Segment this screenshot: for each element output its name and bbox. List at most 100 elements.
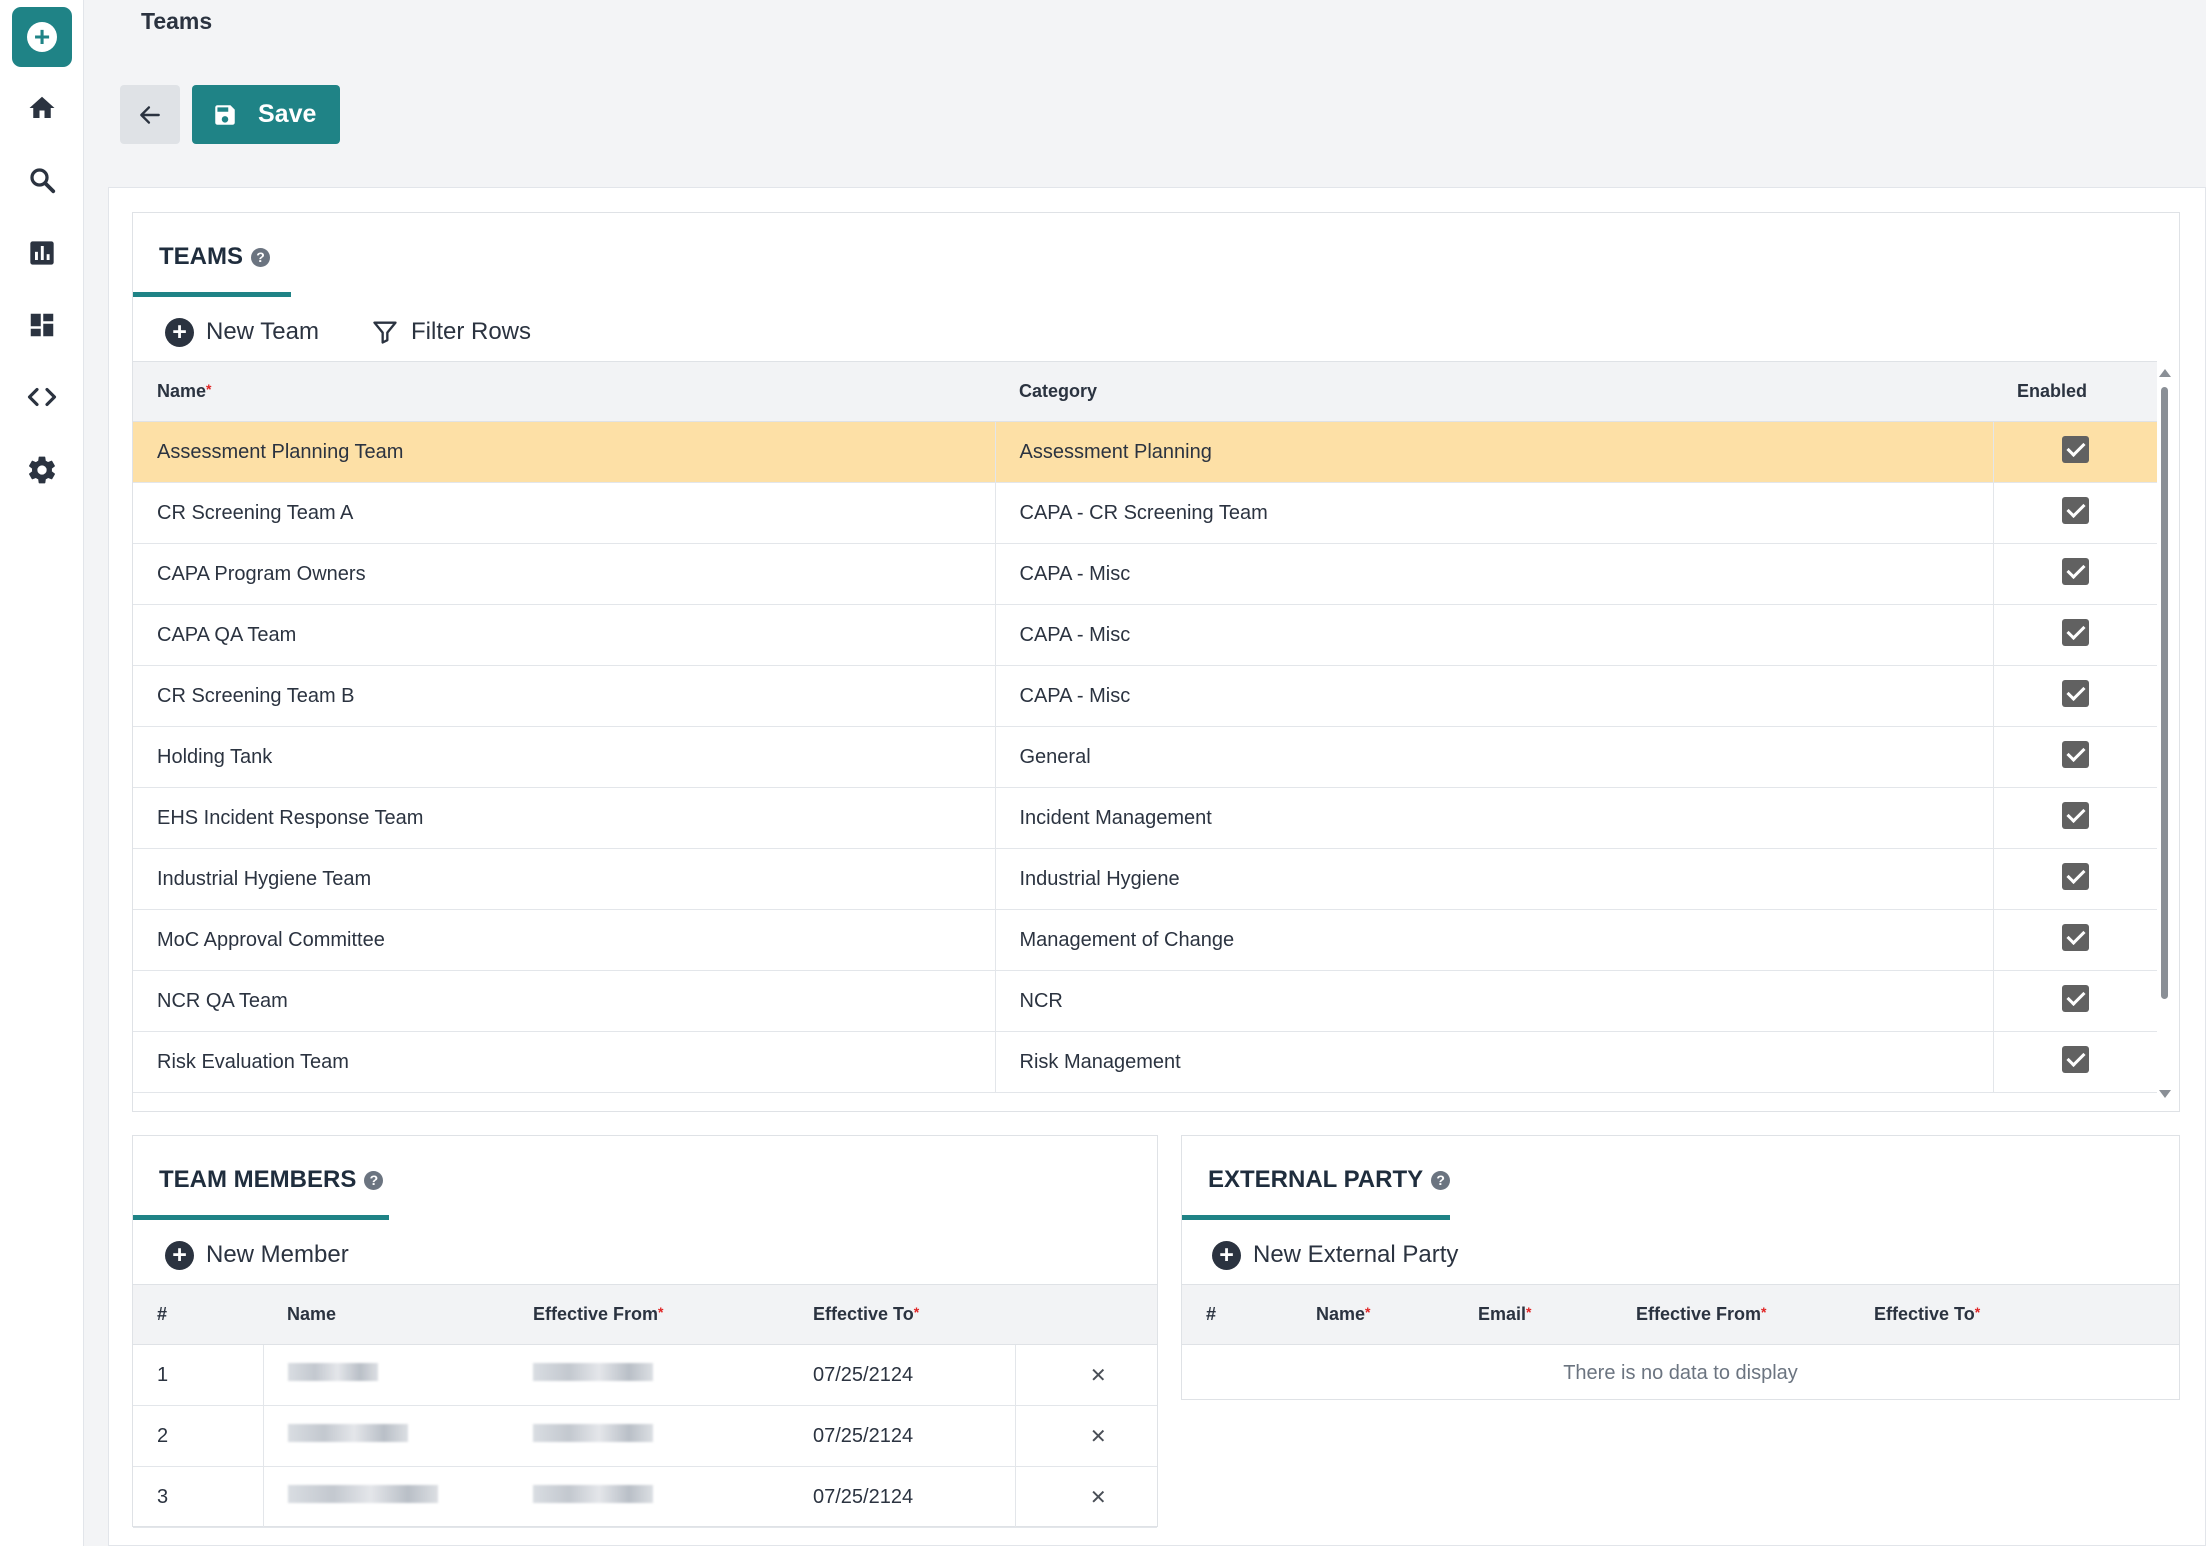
- enabled-checkbox[interactable]: [2061, 496, 2089, 524]
- column-header-name[interactable]: Name*: [1292, 1284, 1454, 1345]
- settings-gear-icon[interactable]: [22, 450, 62, 490]
- enabled-checkbox[interactable]: [2061, 435, 2089, 463]
- scrollbar-thumb[interactable]: [2161, 387, 2168, 999]
- search-icon[interactable]: [22, 160, 62, 200]
- create-new-button[interactable]: +: [12, 7, 72, 67]
- enabled-checkbox[interactable]: [2061, 557, 2089, 585]
- new-team-button[interactable]: + New Team: [165, 306, 319, 358]
- column-header-name[interactable]: Name*: [133, 361, 995, 422]
- remove-member-button[interactable]: ✕: [1014, 1405, 1157, 1467]
- home-icon[interactable]: [22, 88, 62, 128]
- help-icon[interactable]: ?: [251, 247, 270, 267]
- team-members-heading[interactable]: TEAM MEMBERS ?: [159, 1166, 384, 1194]
- enabled-checkbox[interactable]: [2061, 740, 2089, 768]
- member-name-cell[interactable]: [262, 1405, 509, 1467]
- filter-rows-button[interactable]: Filter Rows: [371, 306, 531, 358]
- team-name-cell[interactable]: Assessment Planning Team: [133, 421, 995, 483]
- team-name-cell[interactable]: Risk Evaluation Team: [133, 1031, 995, 1093]
- scroll-up-arrow-icon[interactable]: [2159, 369, 2171, 377]
- scroll-down-arrow-icon[interactable]: [2159, 1090, 2171, 1098]
- team-enabled-cell[interactable]: [1992, 909, 2157, 971]
- team-enabled-cell[interactable]: [1992, 848, 2157, 910]
- member-name-cell[interactable]: [262, 1466, 509, 1528]
- team-category-cell[interactable]: General: [994, 726, 1993, 788]
- team-category-cell[interactable]: Management of Change: [994, 909, 1993, 971]
- reports-icon[interactable]: [22, 233, 62, 273]
- team-name-cell[interactable]: Industrial Hygiene Team: [133, 848, 995, 910]
- column-header-email[interactable]: Email*: [1454, 1284, 1612, 1345]
- team-enabled-cell[interactable]: [1992, 543, 2157, 605]
- enabled-checkbox[interactable]: [2061, 984, 2089, 1012]
- member-row[interactable]: 3 07/25/2124 ✕: [133, 1466, 1157, 1528]
- team-category-cell[interactable]: CAPA - Misc: [994, 665, 1993, 727]
- team-row[interactable]: Risk Evaluation Team Risk Management: [133, 1031, 2157, 1093]
- member-effective-from-cell[interactable]: [509, 1344, 789, 1406]
- column-header-name[interactable]: Name: [263, 1284, 509, 1345]
- member-name-cell[interactable]: [262, 1344, 509, 1406]
- external-party-heading[interactable]: EXTERNAL PARTY ?: [1208, 1166, 1451, 1194]
- team-name-cell[interactable]: CR Screening Team A: [133, 482, 995, 544]
- team-category-cell[interactable]: CAPA - Misc: [994, 604, 1993, 666]
- team-category-cell[interactable]: Assessment Planning: [994, 421, 1993, 483]
- column-header-effective-to[interactable]: Effective To*: [1850, 1284, 2179, 1345]
- column-header-category[interactable]: Category: [995, 361, 1993, 422]
- team-row[interactable]: Assessment Planning Team Assessment Plann…: [133, 421, 2157, 483]
- team-enabled-cell[interactable]: [1992, 482, 2157, 544]
- team-name-cell[interactable]: CAPA QA Team: [133, 604, 995, 666]
- team-enabled-cell[interactable]: [1992, 726, 2157, 788]
- column-header-enabled[interactable]: Enabled: [1993, 361, 2157, 422]
- save-button[interactable]: Save: [192, 85, 340, 144]
- column-header-number[interactable]: #: [1182, 1284, 1292, 1345]
- team-category-cell[interactable]: CAPA - CR Screening Team: [994, 482, 1993, 544]
- team-row[interactable]: CAPA QA Team CAPA - Misc: [133, 604, 2157, 666]
- team-category-cell[interactable]: NCR: [994, 970, 1993, 1032]
- team-row[interactable]: Industrial Hygiene Team Industrial Hygien…: [133, 848, 2157, 910]
- team-row[interactable]: Holding Tank General: [133, 726, 2157, 788]
- team-enabled-cell[interactable]: [1992, 787, 2157, 849]
- enabled-checkbox[interactable]: [2061, 618, 2089, 646]
- team-name-cell[interactable]: EHS Incident Response Team: [133, 787, 995, 849]
- enabled-checkbox[interactable]: [2061, 862, 2089, 890]
- new-member-button[interactable]: + New Member: [165, 1229, 349, 1281]
- member-row[interactable]: 2 07/25/2124 ✕: [133, 1405, 1157, 1467]
- new-external-party-button[interactable]: + New External Party: [1212, 1229, 1458, 1281]
- team-name-cell[interactable]: CAPA Program Owners: [133, 543, 995, 605]
- column-header-effective-from[interactable]: Effective From*: [509, 1284, 789, 1345]
- team-category-cell[interactable]: Incident Management: [994, 787, 1993, 849]
- team-row[interactable]: MoC Approval Committee Management of Chan…: [133, 909, 2157, 971]
- remove-member-button[interactable]: ✕: [1014, 1344, 1157, 1406]
- team-row[interactable]: CR Screening Team A CAPA - CR Screening T…: [133, 482, 2157, 544]
- team-name-cell[interactable]: CR Screening Team B: [133, 665, 995, 727]
- team-name-cell[interactable]: Holding Tank: [133, 726, 995, 788]
- member-effective-from-cell[interactable]: [509, 1405, 789, 1467]
- team-enabled-cell[interactable]: [1992, 665, 2157, 727]
- enabled-checkbox[interactable]: [2061, 923, 2089, 951]
- team-category-cell[interactable]: Risk Management: [994, 1031, 1993, 1093]
- column-header-effective-to[interactable]: Effective To*: [789, 1284, 1015, 1345]
- member-effective-from-cell[interactable]: [509, 1466, 789, 1528]
- help-icon[interactable]: ?: [364, 1170, 384, 1190]
- member-row[interactable]: 1 07/25/2124 ✕: [133, 1344, 1157, 1406]
- team-name-cell[interactable]: NCR QA Team: [133, 970, 995, 1032]
- code-icon[interactable]: [22, 377, 62, 417]
- enabled-checkbox[interactable]: [2061, 679, 2089, 707]
- column-header-effective-from[interactable]: Effective From*: [1612, 1284, 1850, 1345]
- member-effective-to-cell[interactable]: 07/25/2124: [789, 1466, 1015, 1528]
- enabled-checkbox[interactable]: [2061, 1045, 2089, 1073]
- dashboard-icon[interactable]: [22, 305, 62, 345]
- team-category-cell[interactable]: CAPA - Misc: [994, 543, 1993, 605]
- column-header-number[interactable]: #: [133, 1284, 263, 1345]
- team-name-cell[interactable]: MoC Approval Committee: [133, 909, 995, 971]
- help-icon[interactable]: ?: [1431, 1170, 1451, 1190]
- teams-scrollbar[interactable]: [2157, 365, 2171, 1101]
- team-row[interactable]: CAPA Program Owners CAPA - Misc: [133, 543, 2157, 605]
- member-effective-to-cell[interactable]: 07/25/2124: [789, 1344, 1015, 1406]
- remove-member-button[interactable]: ✕: [1014, 1466, 1157, 1528]
- team-enabled-cell[interactable]: [1992, 1031, 2157, 1093]
- team-row[interactable]: EHS Incident Response Team Incident Manag…: [133, 787, 2157, 849]
- team-row[interactable]: NCR QA Team NCR: [133, 970, 2157, 1032]
- team-enabled-cell[interactable]: [1992, 421, 2157, 483]
- team-category-cell[interactable]: Industrial Hygiene: [994, 848, 1993, 910]
- team-row[interactable]: CR Screening Team B CAPA - Misc: [133, 665, 2157, 727]
- team-enabled-cell[interactable]: [1992, 604, 2157, 666]
